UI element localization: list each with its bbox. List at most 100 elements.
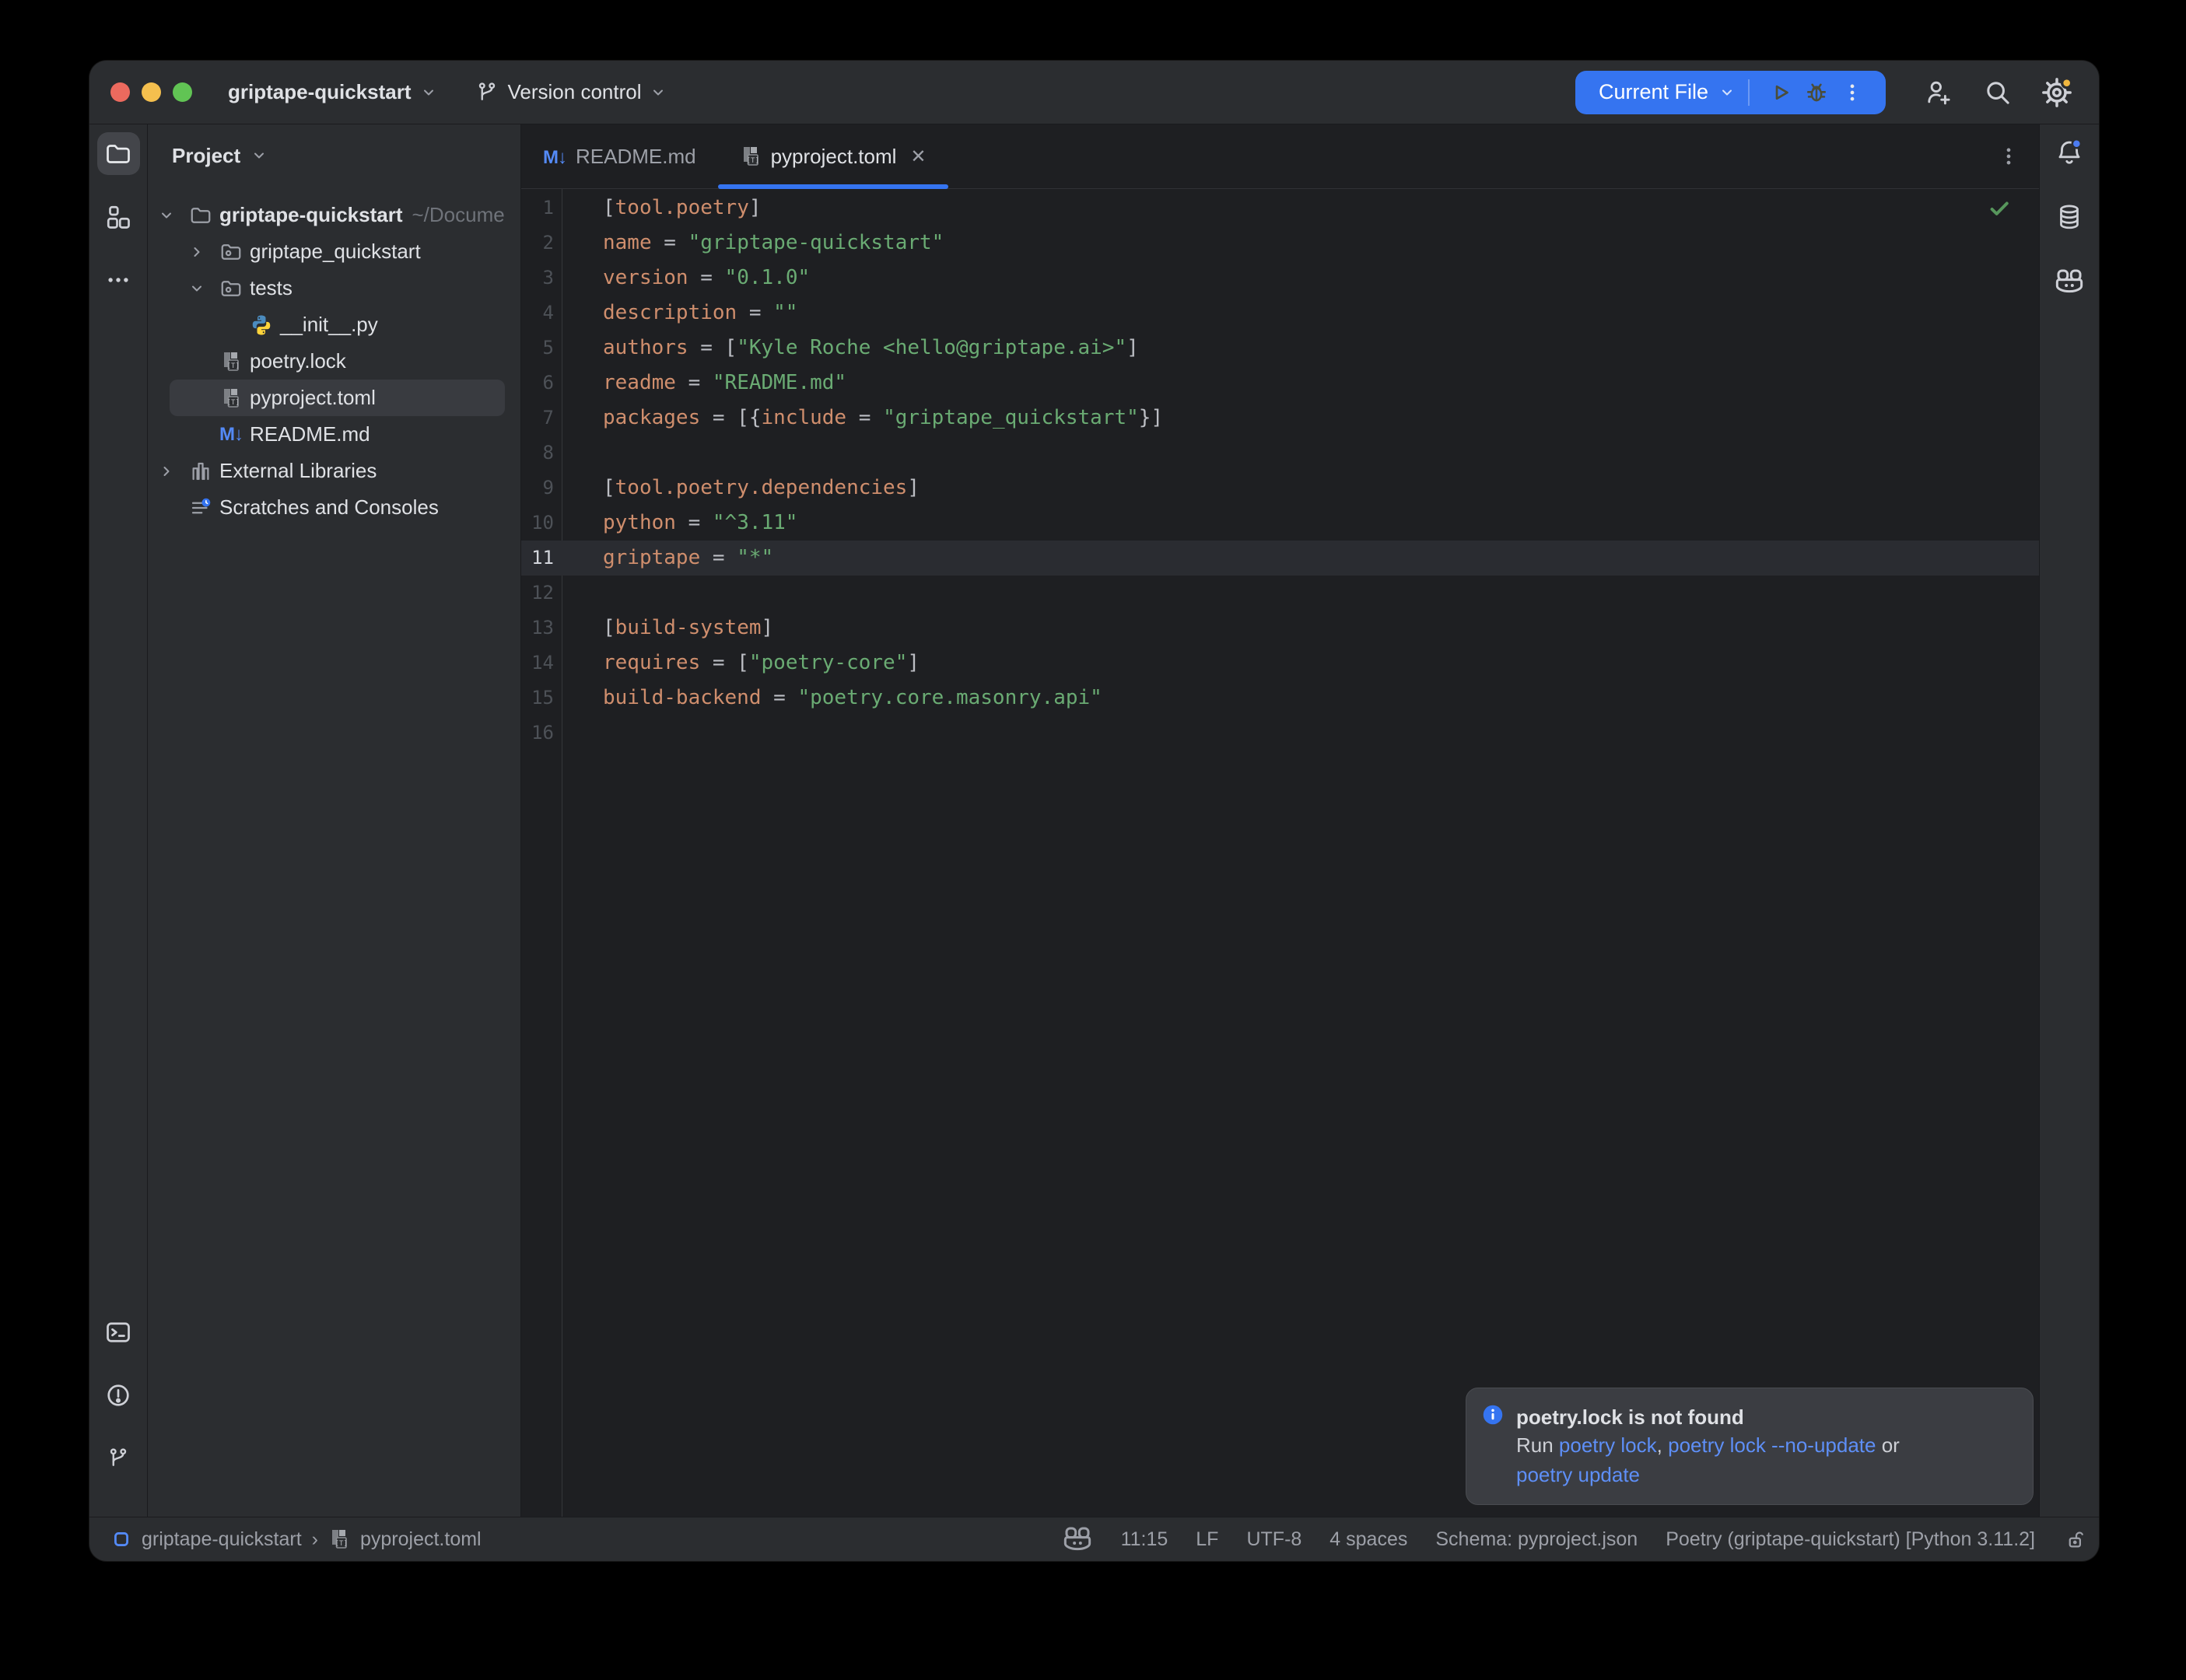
version-control-tool-button[interactable] bbox=[97, 1437, 140, 1479]
project-panel-header[interactable]: Project bbox=[148, 134, 520, 177]
tree-item-label: griptape_quickstart bbox=[250, 240, 421, 264]
tree-item-tests[interactable]: tests bbox=[148, 270, 520, 306]
notification-action-link[interactable]: poetry lock --no-update bbox=[1668, 1433, 1876, 1457]
line-number[interactable]: 2 bbox=[521, 226, 562, 261]
line-number[interactable]: 10 bbox=[521, 506, 562, 541]
code-line-15[interactable]: 15build-backend = "poetry.core.masonry.a… bbox=[521, 681, 2039, 716]
code-line-12[interactable]: 12 bbox=[521, 576, 2039, 611]
code-line-4[interactable]: 4description = "" bbox=[521, 296, 2039, 331]
ai-assistant-status-icon[interactable] bbox=[1062, 1524, 1093, 1555]
chevron-down-icon bbox=[1719, 85, 1735, 100]
title-bar-right: Current File bbox=[1575, 71, 2099, 114]
add-user-button[interactable] bbox=[1917, 71, 1960, 114]
more-tools-tool-button[interactable] bbox=[97, 258, 140, 301]
markdown-icon: M↓ bbox=[219, 423, 243, 446]
code-line-5[interactable]: 5authors = ["Kyle Roche <hello@griptape.… bbox=[521, 331, 2039, 366]
line-number[interactable]: 9 bbox=[521, 471, 562, 506]
line-number[interactable]: 14 bbox=[521, 646, 562, 681]
minimize-window-button[interactable] bbox=[142, 82, 161, 102]
code-line-3[interactable]: 3version = "0.1.0" bbox=[521, 261, 2039, 296]
code-line-1[interactable]: 1[tool.poetry] bbox=[521, 191, 2039, 226]
tree-item-external-libraries[interactable]: External Libraries bbox=[148, 453, 520, 489]
chevron-right-icon[interactable] bbox=[159, 464, 189, 479]
code-line-11[interactable]: 11griptape = "*" bbox=[521, 541, 2039, 576]
tree-item-griptape-quickstart[interactable]: griptape-quickstart~/Docume bbox=[148, 197, 520, 233]
notifications-tool-button[interactable] bbox=[2048, 131, 2091, 173]
code-text bbox=[562, 436, 603, 471]
line-number[interactable]: 6 bbox=[521, 366, 562, 401]
debug-button[interactable] bbox=[1799, 75, 1834, 110]
more-run-options-button[interactable] bbox=[1834, 75, 1870, 110]
close-window-button[interactable] bbox=[110, 82, 130, 102]
status-line-ending[interactable]: LF bbox=[1196, 1528, 1218, 1551]
tree-item-label: README.md bbox=[250, 422, 370, 446]
database-tool-button[interactable] bbox=[2048, 195, 2091, 238]
line-number[interactable]: 3 bbox=[521, 261, 562, 296]
line-number[interactable]: 1 bbox=[521, 191, 562, 226]
chevron-down-icon[interactable] bbox=[189, 281, 219, 296]
line-number[interactable]: 4 bbox=[521, 296, 562, 331]
problems-tool-button[interactable] bbox=[97, 1374, 140, 1416]
settings-button[interactable] bbox=[2035, 71, 2079, 114]
tree-item-poetry-lock[interactable]: [T]poetry.lock bbox=[148, 343, 520, 380]
code-editor[interactable]: 1[tool.poetry]2name = "griptape-quicksta… bbox=[521, 189, 2039, 1517]
breadcrumb-file[interactable]: pyproject.toml bbox=[360, 1528, 482, 1551]
lock-icon[interactable] bbox=[2063, 1528, 2086, 1551]
code-text: version = "0.1.0" bbox=[562, 261, 810, 296]
code-line-14[interactable]: 14requires = ["poetry-core"] bbox=[521, 646, 2039, 681]
chevron-down-icon[interactable] bbox=[159, 208, 189, 223]
status-schema[interactable]: Schema: pyproject.json bbox=[1435, 1528, 1638, 1551]
editor-tab-readme-md[interactable]: M↓README.md bbox=[521, 124, 718, 188]
project-widget[interactable]: griptape-quickstart bbox=[220, 71, 444, 114]
ai-assistant-tool-button[interactable] bbox=[2048, 260, 2091, 303]
tree-item-pyproject-toml[interactable]: [T]pyproject.toml bbox=[170, 380, 505, 416]
tree-item-scratches-and-consoles[interactable]: Scratches and Consoles bbox=[148, 489, 520, 526]
project-panel-title: Project bbox=[172, 144, 240, 168]
breadcrumb-separator: › bbox=[312, 1528, 318, 1551]
scratches-icon bbox=[189, 496, 212, 520]
vcs-widget[interactable]: Version control bbox=[468, 71, 674, 114]
zoom-window-button[interactable] bbox=[173, 82, 192, 102]
tree-item-readme-md[interactable]: M↓ README.md bbox=[148, 416, 520, 453]
run-configuration-selector[interactable]: Current File bbox=[1599, 80, 1708, 104]
editor-tab-pyproject-toml[interactable]: [T]pyproject.toml✕ bbox=[718, 124, 948, 188]
toml-icon: [T] bbox=[219, 387, 243, 410]
breadcrumb-project[interactable]: griptape-quickstart bbox=[142, 1528, 302, 1551]
code-text: description = "" bbox=[562, 296, 797, 331]
search-everywhere-button[interactable] bbox=[1976, 71, 2020, 114]
status-bar: griptape-quickstart › [T] pyproject.toml… bbox=[89, 1517, 2099, 1561]
line-number[interactable]: 13 bbox=[521, 611, 562, 646]
structure-tool-button[interactable] bbox=[97, 195, 140, 238]
status-indent[interactable]: 4 spaces bbox=[1329, 1528, 1407, 1551]
line-number[interactable]: 7 bbox=[521, 401, 562, 436]
line-number[interactable]: 5 bbox=[521, 331, 562, 366]
code-line-8[interactable]: 8 bbox=[521, 436, 2039, 471]
code-line-13[interactable]: 13[build-system] bbox=[521, 611, 2039, 646]
chevron-right-icon[interactable] bbox=[189, 244, 219, 260]
code-line-6[interactable]: 6readme = "README.md" bbox=[521, 366, 2039, 401]
run-button[interactable] bbox=[1763, 75, 1799, 110]
close-tab-icon[interactable]: ✕ bbox=[910, 145, 926, 168]
notification-action-link[interactable]: poetry update bbox=[1516, 1463, 1640, 1486]
tree-item-griptape-quickstart[interactable]: griptape_quickstart bbox=[148, 233, 520, 270]
code-line-2[interactable]: 2name = "griptape-quickstart" bbox=[521, 226, 2039, 261]
code-line-7[interactable]: 7packages = [{include = "griptape_quicks… bbox=[521, 401, 2039, 436]
status-interpreter[interactable]: Poetry (griptape-quickstart) [Python 3.1… bbox=[1666, 1528, 2035, 1551]
ide-window: griptape-quickstart Version control Curr… bbox=[89, 61, 2099, 1561]
line-number[interactable]: 12 bbox=[521, 576, 562, 611]
tab-options-kebab-button[interactable] bbox=[1997, 124, 2020, 188]
tree-item--init-py[interactable]: __init__.py bbox=[148, 306, 520, 343]
line-number[interactable]: 8 bbox=[521, 436, 562, 471]
line-number[interactable]: 11 bbox=[521, 541, 562, 576]
terminal-tool-button[interactable] bbox=[97, 1311, 140, 1353]
code-line-9[interactable]: 9[tool.poetry.dependencies] bbox=[521, 471, 2039, 506]
code-line-10[interactable]: 10python = "^3.11" bbox=[521, 506, 2039, 541]
code-line-16[interactable]: 16 bbox=[521, 716, 2039, 751]
status-clock[interactable]: 11:15 bbox=[1121, 1528, 1168, 1551]
notification-action-link[interactable]: poetry lock bbox=[1559, 1433, 1657, 1457]
line-number[interactable]: 16 bbox=[521, 716, 562, 751]
line-number[interactable]: 15 bbox=[521, 681, 562, 716]
project-tool-button[interactable] bbox=[97, 132, 140, 175]
status-encoding[interactable]: UTF-8 bbox=[1246, 1528, 1301, 1551]
tree-item-label: __init__.py bbox=[280, 313, 378, 337]
